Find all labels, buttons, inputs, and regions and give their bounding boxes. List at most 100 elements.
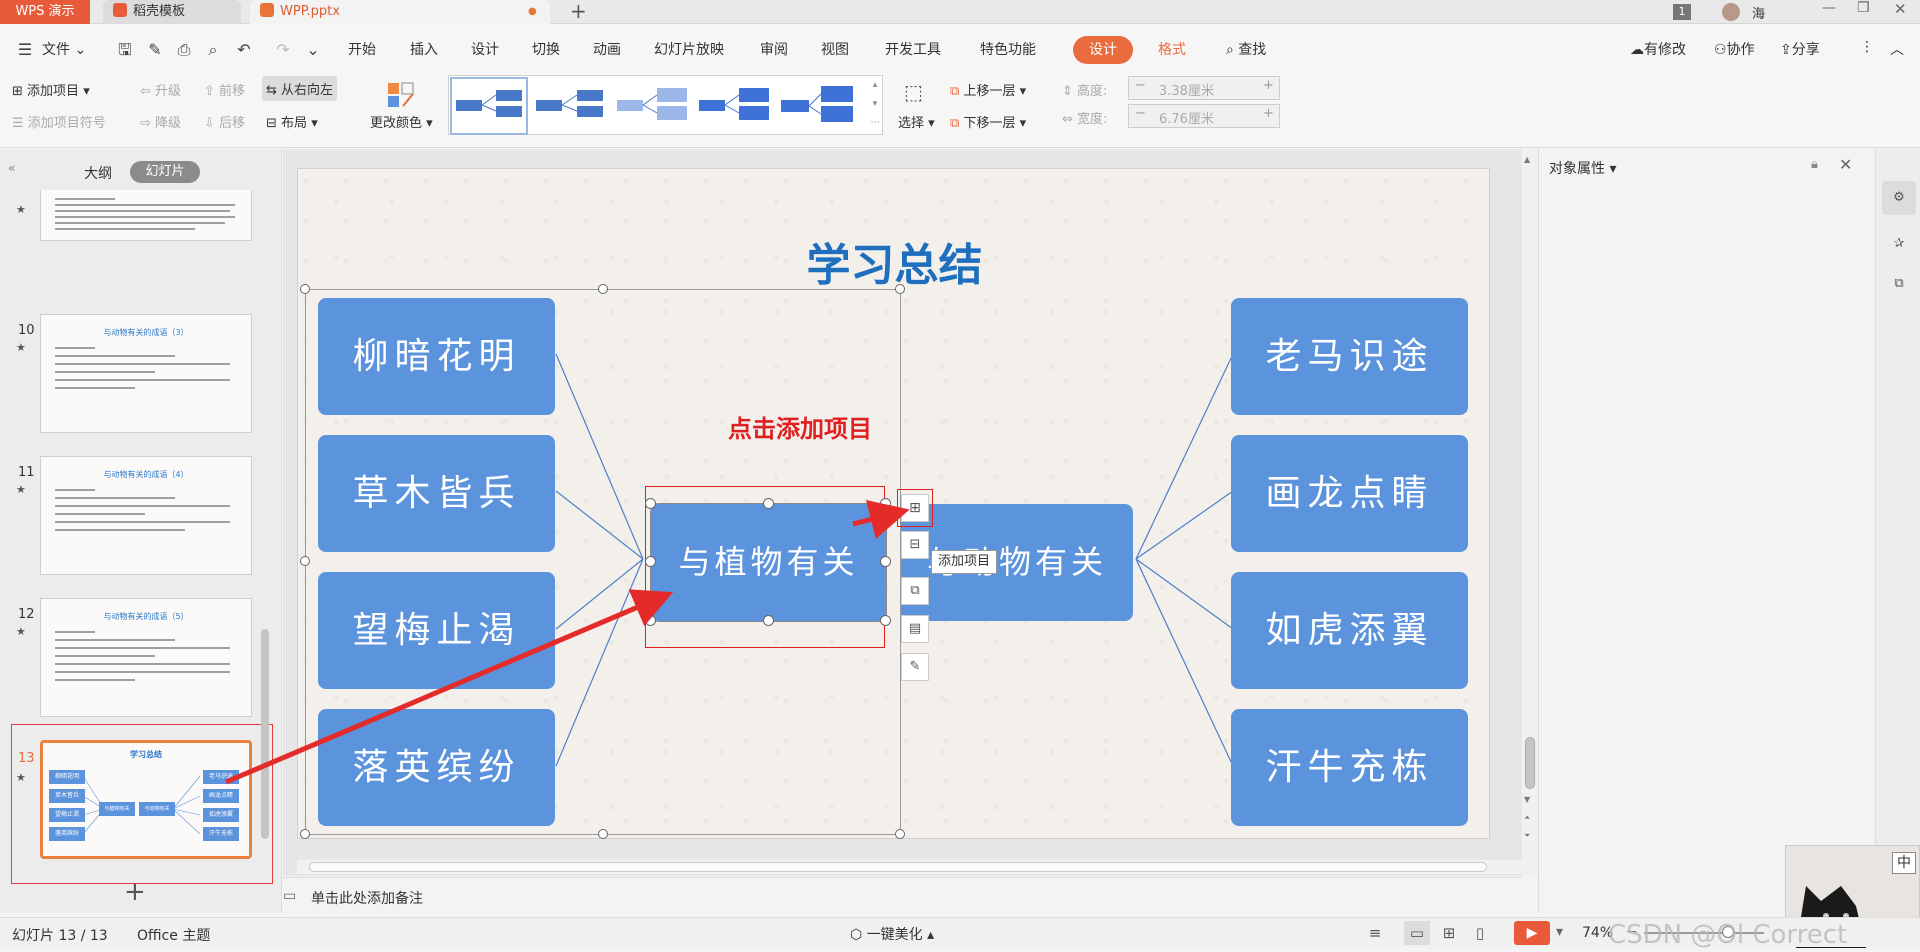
- width-increment[interactable]: +: [1263, 106, 1274, 121]
- smartart-item-left-2[interactable]: 草木皆兵: [318, 435, 555, 552]
- new-tab-button[interactable]: +: [570, 0, 587, 22]
- minimize-icon[interactable]: —: [1822, 0, 1836, 16]
- smartart-item-right-3[interactable]: 如虎添翼: [1231, 572, 1468, 689]
- width-value[interactable]: 6.76厘米: [1159, 108, 1214, 127]
- lock-icon[interactable]: 🔒︎: [1811, 157, 1818, 172]
- has-changes-button[interactable]: ☁有修改: [1630, 39, 1686, 59]
- menu-developer[interactable]: 开发工具: [885, 39, 941, 59]
- notes-placeholder[interactable]: 单击此处添加备注: [311, 888, 423, 908]
- close-panel-icon[interactable]: ✕: [1839, 155, 1852, 174]
- send-backward-button[interactable]: ⧉ 下移一层 ▾: [950, 112, 1026, 131]
- resize-handle[interactable]: [300, 556, 310, 566]
- format-painter-icon[interactable]: ✎: [144, 39, 166, 61]
- hamburger-icon[interactable]: ☰: [14, 39, 36, 61]
- menu-insert[interactable]: 插入: [410, 39, 438, 59]
- resize-handle[interactable]: [645, 556, 656, 567]
- height-increment[interactable]: +: [1263, 78, 1274, 93]
- smartart-item-right-2[interactable]: 画龙点睛: [1231, 435, 1468, 552]
- slide-thumbnail-9[interactable]: [40, 190, 252, 241]
- select-button[interactable]: 选择 ▾: [898, 112, 935, 131]
- resize-handle[interactable]: [300, 829, 310, 839]
- resize-handle[interactable]: [880, 556, 891, 567]
- slide-panel-scrollbar[interactable]: [261, 629, 269, 839]
- canvas-vertical-scrollbar[interactable]: ▲ ▼ ⏶ ⏷: [1523, 149, 1537, 876]
- height-decrement[interactable]: −: [1135, 78, 1146, 93]
- properties-title[interactable]: 对象属性 ▾: [1549, 158, 1616, 178]
- tab-format[interactable]: 格式: [1158, 39, 1186, 59]
- resize-handle[interactable]: [300, 284, 310, 294]
- app-tab-wps[interactable]: WPS 演示: [0, 0, 90, 24]
- add-slide-button[interactable]: +: [124, 877, 146, 907]
- resize-handle[interactable]: [645, 615, 656, 626]
- theme-name[interactable]: Office 主题: [137, 925, 210, 945]
- tab-file[interactable]: WPP.pptx ●: [250, 0, 550, 24]
- collaborate-button[interactable]: ⚇协作: [1714, 39, 1755, 59]
- menu-slideshow[interactable]: 幻灯片放映: [654, 39, 724, 59]
- layout-button[interactable]: ⊟ 布局 ▾: [266, 112, 318, 131]
- reading-view-icon[interactable]: ▯: [1467, 921, 1493, 945]
- play-options-chevron-icon[interactable]: ▾: [1556, 924, 1563, 940]
- close-icon[interactable]: ✕: [1894, 0, 1907, 18]
- text-pane-float-button[interactable]: ▤: [901, 615, 929, 643]
- slide-13[interactable]: 学习总结 柳暗花明 草木皆兵 望梅止渴 落英缤纷 与动物有关 与植物有关 老马识…: [297, 168, 1490, 839]
- resize-handle[interactable]: [763, 615, 774, 626]
- redo-icon[interactable]: ↷: [272, 39, 294, 61]
- sorter-view-icon[interactable]: ⊞: [1436, 921, 1462, 945]
- menu-animation[interactable]: 动画: [593, 39, 621, 59]
- print-preview-icon[interactable]: ⌕: [202, 39, 224, 61]
- more-icon[interactable]: ⋮: [1860, 39, 1874, 55]
- ime-indicator[interactable]: 中: [1892, 852, 1916, 874]
- resize-handle[interactable]: [880, 498, 891, 509]
- avatar[interactable]: [1722, 3, 1740, 21]
- tab-smartart-design[interactable]: 设计: [1073, 36, 1133, 64]
- smartart-center-left[interactable]: 与植物有关: [650, 503, 887, 622]
- resize-handle[interactable]: [880, 615, 891, 626]
- share-button[interactable]: ⇪分享: [1780, 39, 1820, 59]
- menu-home[interactable]: 开始: [348, 39, 376, 59]
- resize-handle[interactable]: [895, 829, 905, 839]
- print-icon[interactable]: ⎙: [173, 39, 195, 61]
- notes-pane[interactable]: ▭ 单击此处添加备注: [283, 877, 1522, 915]
- menu-features[interactable]: 特色功能: [980, 39, 1036, 59]
- collapse-ribbon-icon[interactable]: ︿: [1890, 39, 1904, 59]
- tab-template[interactable]: 稻壳模板: [103, 0, 241, 24]
- resize-handle[interactable]: [645, 498, 656, 509]
- width-stepper[interactable]: − 6.76厘米 +: [1128, 104, 1280, 128]
- gallery-scroll[interactable]: ▴ ▾ ⋯: [868, 76, 882, 134]
- resize-handle[interactable]: [598, 284, 608, 294]
- resize-handle[interactable]: [895, 284, 905, 294]
- slides-switch-icon[interactable]: ⧉: [1882, 267, 1916, 301]
- move-forward-button[interactable]: ⇧ 前移: [204, 80, 245, 99]
- height-value[interactable]: 3.38厘米: [1159, 80, 1214, 99]
- add-item-button[interactable]: ⊞ 添加项目 ▾: [12, 80, 90, 99]
- add-bullet-button[interactable]: ☰ 添加项目符号: [12, 112, 106, 131]
- canvas-horizontal-scrollbar[interactable]: [297, 860, 1522, 874]
- page-badge[interactable]: 1: [1673, 4, 1691, 20]
- menu-design[interactable]: 设计: [471, 39, 499, 59]
- downgrade-button[interactable]: ⇨ 降级: [140, 112, 181, 131]
- right-to-left-button[interactable]: ⇆ 从右向左: [262, 76, 338, 101]
- slide-thumbnail-13[interactable]: 学习总结 柳暗花明 草木皆兵 望梅止渴 落英缤纷 与植物有关 与动物有关 老马识…: [40, 740, 252, 859]
- width-decrement[interactable]: −: [1135, 106, 1146, 121]
- move-back-button[interactable]: ⇩ 后移: [204, 112, 245, 131]
- style-float-button[interactable]: ⧉: [901, 577, 929, 605]
- slide-thumbnail-11[interactable]: 与动物有关的成语（4）: [40, 456, 252, 575]
- add-item-float-button[interactable]: ⊞: [901, 494, 929, 522]
- restore-icon[interactable]: ❐: [1857, 0, 1870, 16]
- resize-handle[interactable]: [598, 829, 608, 839]
- change-color-button[interactable]: 更改颜色 ▾: [370, 112, 433, 131]
- play-slideshow-button[interactable]: ▶: [1514, 921, 1550, 945]
- properties-settings-icon[interactable]: ⚙: [1882, 181, 1916, 215]
- menu-file[interactable]: 文件 ⌄: [42, 39, 86, 59]
- collapse-panel-icon[interactable]: «: [8, 161, 15, 175]
- tab-slides[interactable]: 幻灯片: [130, 161, 200, 183]
- upgrade-button[interactable]: ⇦ 升级: [140, 80, 181, 99]
- save-icon[interactable]: 🖫: [114, 39, 136, 61]
- slide-thumbnail-12[interactable]: 与动物有关的成语（5）: [40, 598, 252, 717]
- slide-thumbnail-10[interactable]: 与动物有关的成语（3）: [40, 314, 252, 433]
- menu-review[interactable]: 审阅: [760, 39, 788, 59]
- notes-toggle-icon[interactable]: ≡: [1362, 921, 1388, 945]
- tab-outline[interactable]: 大纲: [84, 163, 112, 183]
- smartart-item-right-1[interactable]: 老马识途: [1231, 298, 1468, 415]
- customize-chevron-icon[interactable]: ⌄: [302, 39, 324, 61]
